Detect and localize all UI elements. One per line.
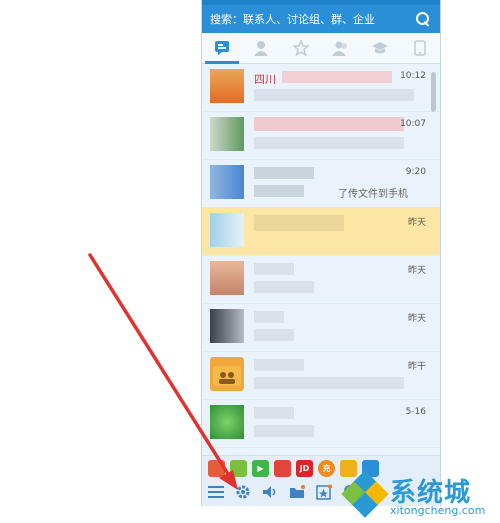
watermark-logo: 系统城 xitongcheng.com <box>341 470 495 520</box>
watermark-url: xitongcheng.com <box>390 504 486 517</box>
watermark-diamond-icon <box>341 470 389 518</box>
red-arrow-annotation <box>88 253 238 490</box>
